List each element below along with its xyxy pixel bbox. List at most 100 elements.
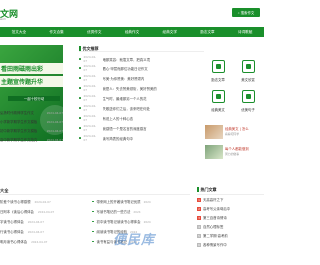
hot-item[interactable]: 1 天高高杆之下 [197, 195, 264, 204]
search-icon: ⌕ [237, 10, 240, 15]
book-icon [211, 60, 225, 73]
featured-item-title: 我感悟一个是名言的深度感言 [102, 126, 147, 131]
list-item[interactable]: 行读书心得体会 2024-04-07 [0, 227, 80, 236]
side-article-title: 每个人都能做到 [225, 147, 249, 151]
section-marker [79, 46, 81, 51]
list-item-title: 阶差个读书心得感想 [0, 200, 31, 204]
tile-prose[interactable]: 美文欣赏 [235, 60, 261, 86]
nav-item[interactable]: 励志文章 [189, 27, 227, 37]
list-item[interactable]: 高中新学期学生作文范文 2024-04-07 [0, 135, 63, 144]
bullet-icon [79, 97, 81, 99]
bullet-icon [92, 230, 94, 233]
list-item-date: 2024-04-07 [31, 239, 48, 244]
hot-header: 热门文章 [197, 185, 264, 195]
tile-inspirational[interactable]: 励志文章 [205, 60, 231, 86]
nav-item[interactable]: 作文合集 [38, 27, 76, 37]
side-article-title: 经典美文 | 怎么 [225, 127, 249, 131]
watermark: 便民库 [113, 233, 156, 248]
list-item[interactable]: 写读书笔记的一些方法 2024 [92, 207, 190, 216]
hot-item[interactable]: 3 第三百首诗情诗 [197, 213, 264, 222]
bullet-icon [79, 117, 81, 119]
list-item[interactable]: 初中读书笔记读读书心得体会 2024 [92, 217, 190, 226]
rank-badge: 2 [197, 206, 201, 211]
list-item-title: 初中新学期学生作文模板 [0, 129, 38, 133]
list-item[interactable]: 日阿本《读后心得体会 2024-04-07 [0, 207, 80, 216]
featured-item[interactable]: 2024-04-07 生气时，最维那另一个人的花 [79, 94, 204, 102]
featured-item-date: 2024-04-07 [83, 94, 97, 102]
featured-item[interactable]: 2024-04-07 写美·为你赞美：美好赞颂内 [79, 74, 204, 82]
featured-section: 优文推荐 2024-04-07 睹那笑容：就靠文章，把真义境 2024-04-07… [79, 45, 204, 142]
hot-item[interactable]: 2 高考写父亲母后中 [197, 204, 264, 213]
list-item[interactable]: 明月读书心得体会 2024-04-07 [0, 237, 80, 246]
featured-item[interactable]: 2024-04-07 读写简表的经典句中 [79, 134, 204, 142]
featured-item[interactable]: 2024-04-07 我感悟一个是名言的深度感言 [79, 124, 204, 132]
list-item[interactable]: 带来网上的开著读书笔记优质 2024 [92, 197, 190, 206]
featured-item-title: 读写简表的经典句中 [102, 136, 134, 141]
article-thumbnail [205, 145, 223, 159]
hot-item[interactable]: 6 各种情景写作中 [197, 240, 264, 249]
header: 文网 Ant ⌕ 搜索作文 [0, 0, 264, 24]
hot-articles: 热门文章 1 天高高杆之下 2 高考写父亲母后中 3 第三百首诗情诗 4 自然心理标签 … [197, 185, 264, 249]
banner-tagline: 一起十校行动 [8, 96, 60, 101]
search-button[interactable]: ⌕ 搜索作文 [232, 8, 260, 17]
tile-label: 经典美文 [211, 108, 225, 112]
list-item-title: 明月读书心得体会 [0, 240, 28, 244]
hot-item-title: 第三百首诗情诗 [203, 216, 227, 220]
hot-title: 热门文章 [200, 186, 217, 192]
hot-item-title: 各种情景写作中 [203, 243, 227, 247]
list-item[interactable]: 小学新学期学生作文模板 2024-04-07 [0, 117, 63, 126]
book-icon [241, 60, 255, 73]
list-item-date: 2024-04-07 [46, 128, 63, 133]
tile-classic[interactable]: 经典美文 [205, 90, 231, 116]
list-item[interactable]: 字读书心得体会 2024-04-07 [0, 217, 80, 226]
featured-item[interactable]: 2024-04-07 有说上人的十种心态 [79, 114, 204, 122]
featured-item-date: 2024-04-07 [83, 124, 97, 132]
list-item-title: 弘扬时代精神学生作文 [0, 111, 34, 115]
featured-item-title: 有说上人的十种心态 [102, 116, 134, 121]
nav-item[interactable]: 优秀作文 [75, 27, 113, 37]
bullet-icon [79, 67, 81, 69]
left-article-list: 弘扬时代精神学生作文 2024-04-07 小学新学期学生作文模板 2024-04-… [0, 108, 63, 144]
featured-item-title: 睹那笑容：就靠文章，把真义境 [102, 57, 150, 62]
featured-title: 优文推荐 [82, 45, 99, 51]
tile-label: 励志文章 [211, 78, 225, 82]
side-article-subtitle: 看看吧同学 [225, 132, 239, 136]
bullet-icon [79, 58, 81, 60]
featured-item-title: 生气时，最维那另一个人的花 [102, 96, 147, 101]
list-item-title: 初中读书笔记读读书心得体会 [96, 220, 141, 224]
featured-item[interactable]: 2024-04-07 睹那笑容：就靠文章，把真义境 [79, 55, 204, 63]
list-item-title: 写读书笔记的一些方法 [96, 210, 131, 214]
side-article[interactable]: 每个人都能做到 努力的做事 [205, 145, 264, 163]
list-item[interactable]: 弘扬时代精神学生作文 2024-04-07 [0, 108, 63, 117]
featured-item[interactable]: 2024-04-07 失散送你们之后，该来吧在何处 [79, 104, 204, 112]
list-item[interactable]: 初中新学期学生作文模板 2024-04-07 [0, 126, 63, 135]
hot-item[interactable]: 5 第二学期·高考前 [197, 231, 264, 240]
nav-item[interactable]: 诗词歌赋 [226, 27, 264, 37]
list-item[interactable]: 阶差个读书心得感想 2024-04-07 [0, 197, 80, 206]
rank-badge: 1 [197, 197, 201, 202]
bullet-icon [92, 240, 94, 243]
bullet-icon [92, 210, 94, 213]
tile-sentences[interactable]: 优美句子 [235, 90, 261, 116]
banner-headline: 看田雨磁雨出彩 [0, 63, 63, 74]
nav-item[interactable]: 经典作文 [113, 27, 151, 37]
list-item-title: 带来网上的开著读书笔记优质 [96, 200, 141, 204]
nav-item[interactable]: 范文大全 [0, 27, 38, 37]
rank-badge: 3 [197, 215, 201, 220]
list-item-date: 2024-04-07 [34, 199, 51, 204]
main-nav: 范文大全 作文合集 优秀作文 经典作文 经典文学 励志文章 诗词歌赋 [0, 27, 264, 37]
hot-item-title: 高考写父亲母后中 [203, 207, 231, 211]
book-icon [211, 90, 225, 103]
bullet-icon [79, 127, 81, 129]
list-item-title: 行读书心得体会 [0, 230, 24, 234]
side-article[interactable]: 经典美文 | 怎么 看看吧同学 [205, 125, 264, 143]
tile-label: 优美句子 [241, 108, 255, 112]
featured-item[interactable]: 2024-04-07 我是人：失去赞美领衔，美好赞美的 [79, 84, 204, 92]
nav-item[interactable]: 经典文学 [151, 27, 189, 37]
hot-item[interactable]: 4 自然心理标签 [197, 222, 264, 231]
side-article-subtitle: 努力的做事 [225, 152, 239, 156]
featured-item[interactable]: 2024-04-07 看心·甲层而那位功能日记作文 [79, 64, 204, 72]
list-item-date: 2024-04-07 [27, 219, 44, 224]
featured-item-date: 2024-04-07 [83, 104, 97, 112]
list-item-title: 小学新学期学生作文模板 [0, 120, 38, 124]
